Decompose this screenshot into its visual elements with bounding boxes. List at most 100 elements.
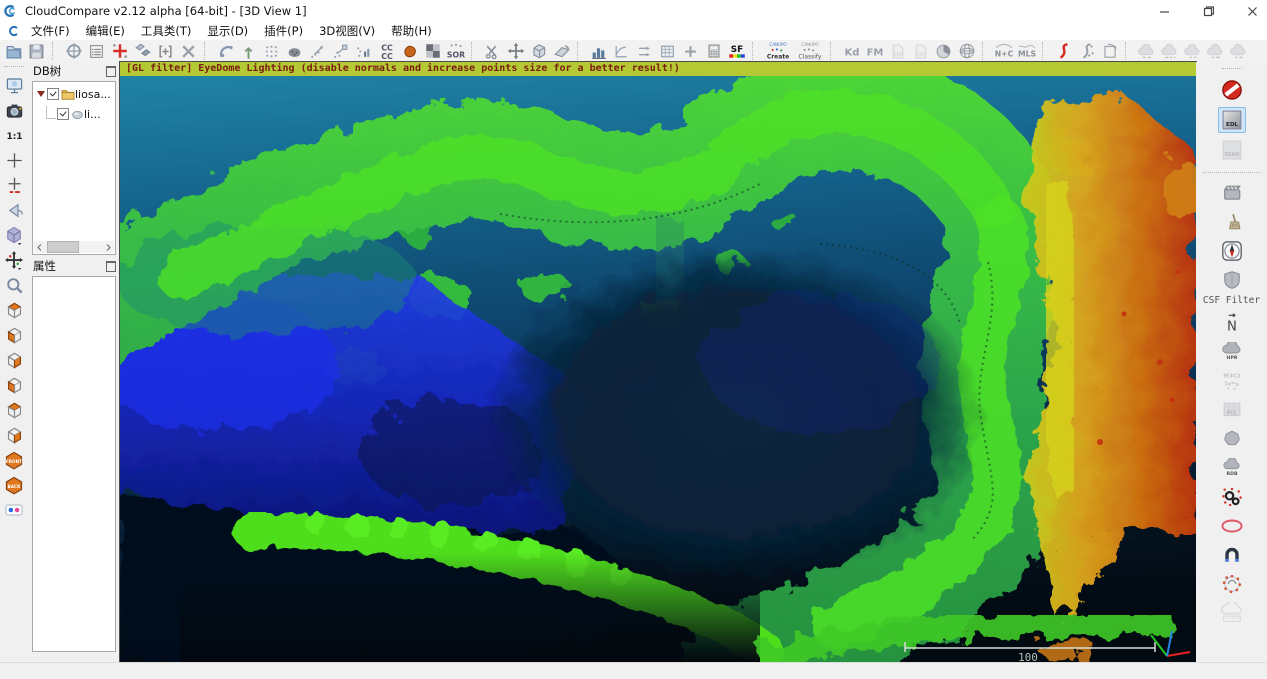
- menu-plugins[interactable]: 插件(P): [257, 22, 310, 40]
- properties-panel[interactable]: [32, 276, 116, 652]
- animation-clapper-icon[interactable]: [1219, 181, 1245, 205]
- s-dots-icon[interactable]: [1075, 41, 1098, 62]
- point-cloud-render[interactable]: 100: [120, 62, 1196, 662]
- menu-edit[interactable]: 编辑(E): [79, 22, 132, 40]
- canupo-create-icon[interactable]: CANUPOCreate: [762, 41, 794, 62]
- normals-n-icon[interactable]: N: [1219, 311, 1245, 335]
- checkbox-checked[interactable]: [57, 108, 69, 120]
- fine-registration-icon[interactable]: [237, 41, 260, 62]
- noise-filter-icon[interactable]: [260, 41, 283, 62]
- view-cube-front-icon[interactable]: [2, 324, 26, 346]
- sample-points-icon[interactable]: [306, 41, 329, 62]
- minimize-button[interactable]: [1157, 4, 1171, 18]
- view-cube-left-icon[interactable]: [2, 349, 26, 371]
- red-s-curve-icon[interactable]: [1052, 41, 1075, 62]
- zoom-1to1-icon[interactable]: 1:1: [2, 124, 26, 146]
- delete-icon[interactable]: [177, 41, 200, 62]
- back-arrow-icon[interactable]: [2, 199, 26, 221]
- npc-icon[interactable]: N+C: [992, 41, 1015, 62]
- gray-plugin-icon-1[interactable]: [1135, 41, 1158, 62]
- view-cube-top-icon[interactable]: [2, 299, 26, 321]
- back-view-icon[interactable]: BACK: [2, 474, 26, 496]
- fullscreen-icon[interactable]: [2, 74, 26, 96]
- cloud-ruler-icon[interactable]: [1219, 601, 1245, 625]
- 3d-viewport[interactable]: 100 [GL filter] EyeDome Lighting (disabl…: [120, 62, 1196, 662]
- red-ellipse-icon[interactable]: [1219, 514, 1245, 538]
- heptagon-icon[interactable]: [1219, 427, 1245, 451]
- scroll-right-icon[interactable]: [103, 241, 114, 253]
- restore-button[interactable]: [1201, 4, 1215, 18]
- minmax-icon[interactable]: [633, 41, 656, 62]
- fm-icon[interactable]: FM: [863, 41, 886, 62]
- cloud-cloud-distance-icon[interactable]: CCCC: [375, 41, 398, 62]
- canupo-classify-icon[interactable]: CANUPOClassify: [794, 41, 826, 62]
- gray-plugin-icon-2[interactable]: [1158, 41, 1181, 62]
- properties-header[interactable]: 属性: [28, 257, 120, 274]
- global-shift-icon[interactable]: [62, 41, 85, 62]
- pick-point-icon[interactable]: [2, 149, 26, 171]
- csv-file-icon[interactable]: CSV: [909, 41, 932, 62]
- kd-icon[interactable]: Kd: [840, 41, 863, 62]
- perspective-cube-icon[interactable]: [2, 224, 26, 246]
- gray-plugin-icon-5[interactable]: [1227, 41, 1250, 62]
- sf-colorscale-icon[interactable]: SF: [725, 41, 748, 62]
- menu-help[interactable]: 帮助(H): [384, 22, 439, 40]
- broom-icon[interactable]: [1219, 210, 1245, 234]
- checkbox-checked[interactable]: [47, 88, 59, 100]
- merge-icon[interactable]: [154, 41, 177, 62]
- cross-section-icon[interactable]: [550, 41, 573, 62]
- rdb-icon[interactable]: RDB: [1219, 456, 1245, 480]
- pie-sphere-icon[interactable]: [932, 41, 955, 62]
- mls-icon[interactable]: MLS: [1015, 41, 1038, 62]
- magnifier-icon[interactable]: [2, 274, 26, 296]
- mesh-blob-icon[interactable]: [398, 41, 421, 62]
- menu-tools[interactable]: 工具类(T): [134, 22, 199, 40]
- properties-list-icon[interactable]: [85, 41, 108, 62]
- sor-filter-icon[interactable]: SOR: [444, 41, 467, 62]
- magnet-icon[interactable]: [1219, 543, 1245, 567]
- align-icon[interactable]: [131, 41, 154, 62]
- front-view-icon[interactable]: FRONT: [2, 449, 26, 471]
- float-panel-icon[interactable]: [106, 261, 116, 272]
- screenshot-camera-icon[interactable]: [2, 99, 26, 121]
- pcl-icon[interactable]: PCL: [1219, 398, 1245, 422]
- translate-rotate-icon[interactable]: [504, 41, 527, 62]
- segment-scissors-icon[interactable]: [481, 41, 504, 62]
- clipping-box-icon[interactable]: [527, 41, 550, 62]
- db-tree-header[interactable]: DB树: [28, 62, 120, 79]
- view-cube-iso2-icon[interactable]: [2, 424, 26, 446]
- histogram-icon[interactable]: [587, 41, 610, 62]
- tree-item-cloud[interactable]: li...: [33, 106, 115, 122]
- gray-plugin-icon-3[interactable]: [1181, 41, 1204, 62]
- open-icon[interactable]: [2, 41, 25, 62]
- float-panel-icon[interactable]: [106, 66, 116, 77]
- resample-icon[interactable]: [329, 41, 352, 62]
- close-button[interactable]: [1245, 4, 1259, 18]
- horizontal-scrollbar[interactable]: [34, 241, 114, 253]
- pan-icon[interactable]: [2, 249, 26, 271]
- chart-points-icon[interactable]: [352, 41, 375, 62]
- pick-center-icon[interactable]: [2, 174, 26, 196]
- csf-shield-icon[interactable]: [1219, 268, 1245, 292]
- scroll-left-icon[interactable]: [34, 241, 45, 253]
- wire-globe-icon[interactable]: [955, 41, 978, 62]
- stereo-glasses-icon[interactable]: [2, 499, 26, 521]
- hpr-icon[interactable]: HPR: [1219, 340, 1245, 364]
- no-filter-icon[interactable]: [1219, 78, 1245, 102]
- view-cube-iso1-icon[interactable]: [2, 399, 26, 421]
- expand-caret-icon[interactable]: [37, 91, 45, 97]
- subsample-icon[interactable]: [214, 41, 237, 62]
- curve-fit-icon[interactable]: [610, 41, 633, 62]
- dots-circle-icon[interactable]: [1219, 572, 1245, 596]
- add-icon[interactable]: [679, 41, 702, 62]
- calculator-icon[interactable]: [702, 41, 725, 62]
- menu-display[interactable]: 显示(D): [200, 22, 255, 40]
- gears-dots-icon[interactable]: [1219, 485, 1245, 509]
- edl-icon[interactable]: EDL: [1218, 107, 1246, 133]
- db-tree-panel[interactable]: liosa... li...: [32, 81, 116, 255]
- compass-icon[interactable]: [1219, 239, 1245, 263]
- gray-plugin-icon-4[interactable]: [1204, 41, 1227, 62]
- menu-file[interactable]: 文件(F): [24, 22, 77, 40]
- stat-grid-icon[interactable]: [656, 41, 679, 62]
- label-cloud-icon[interactable]: [283, 41, 306, 62]
